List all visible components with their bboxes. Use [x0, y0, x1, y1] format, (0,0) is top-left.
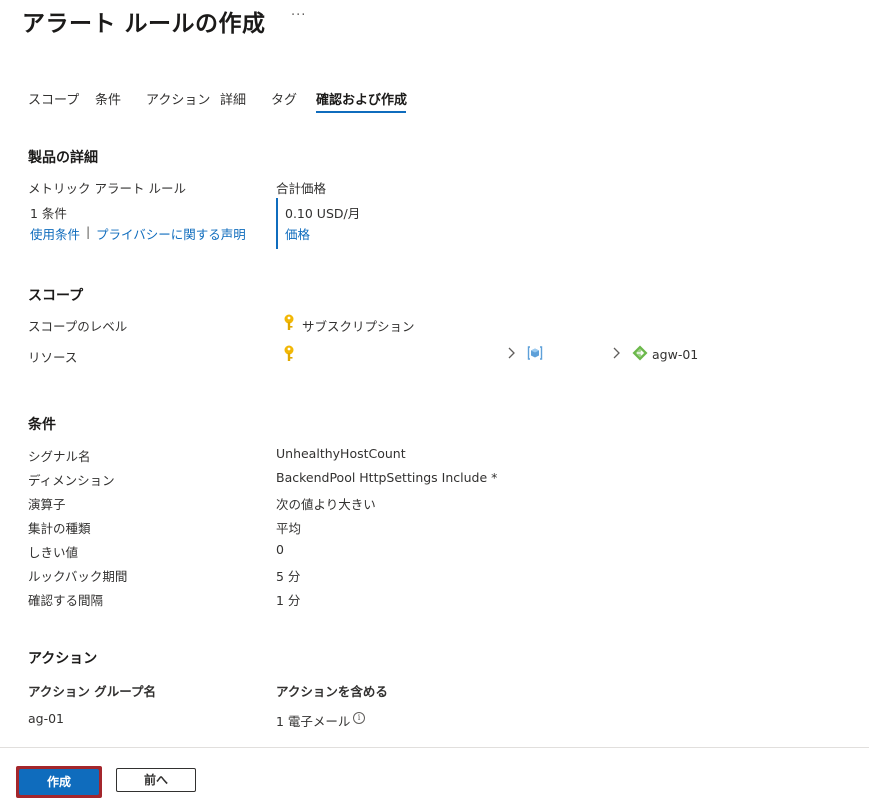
lookback-period-value: 5 分 [276, 569, 301, 584]
condition-heading: 条件 [28, 417, 56, 433]
tab-condition[interactable]: 条件 [95, 89, 121, 108]
dimension-value: BackendPool HttpSettings Include * [276, 470, 498, 485]
tab-review-create[interactable]: 確認および作成 [316, 89, 407, 108]
privacy-statement-link[interactable]: プライバシーに関する声明 [96, 224, 246, 243]
dimension-label: ディメンション [28, 473, 115, 488]
signal-name-label: シグナル名 [28, 449, 91, 464]
scope-level-value: サブスクリプション [302, 319, 415, 334]
active-tab-indicator [316, 111, 406, 113]
signal-name-value: UnhealthyHostCount [276, 446, 406, 461]
aggregation-type-value: 平均 [276, 521, 302, 536]
action-group-name-header: アクション グループ名 [28, 684, 156, 699]
resource-label: リソース [28, 350, 78, 365]
info-icon[interactable]: i [353, 712, 365, 724]
page-title: アラート ルールの作成 [22, 11, 266, 37]
operator-label: 演算子 [28, 497, 66, 512]
scope-level-label: スコープのレベル [28, 319, 128, 334]
subscription-key-icon [284, 345, 294, 361]
aggregation-type-label: 集計の種類 [28, 521, 91, 536]
check-interval-label: 確認する間隔 [28, 593, 104, 608]
lookback-period-label: ルックバック期間 [28, 569, 128, 584]
application-gateway-icon [632, 345, 648, 361]
pricing-link[interactable]: 価格 [285, 224, 310, 243]
chevron-right-icon [508, 347, 515, 359]
chevron-right-icon [613, 347, 620, 359]
price-value: 0.10 USD/月 [285, 206, 361, 221]
terms-of-use-link[interactable]: 使用条件 [30, 224, 80, 243]
include-actions-value: 1 電子メール [276, 714, 351, 729]
footer-divider [0, 747, 869, 748]
action-group-name: ag-01 [28, 711, 65, 726]
condition-count: 1 条件 [30, 206, 67, 221]
threshold-value: 0 [276, 542, 284, 557]
actions-heading: アクション [28, 651, 98, 667]
more-options-button[interactable]: ··· [291, 8, 306, 23]
price-divider [276, 198, 278, 249]
key-icon [284, 314, 294, 330]
operator-value: 次の値より大きい [276, 497, 376, 512]
tab-actions[interactable]: アクション [146, 89, 210, 108]
resource-group-icon [527, 346, 543, 360]
tab-scope[interactable]: スコープ [28, 89, 79, 108]
scope-heading: スコープ [28, 288, 84, 304]
total-price-label: 合計価格 [276, 181, 327, 196]
tab-tags[interactable]: タグ [271, 89, 297, 108]
threshold-label: しきい値 [28, 545, 79, 560]
previous-button[interactable]: 前へ [116, 768, 196, 792]
product-name: メトリック アラート ルール [28, 181, 186, 196]
link-separator: | [86, 224, 91, 239]
tab-details[interactable]: 詳細 [220, 89, 246, 108]
resource-name: agw-01 [652, 347, 699, 362]
check-interval-value: 1 分 [276, 593, 301, 608]
create-button[interactable]: 作成 [19, 769, 99, 795]
include-actions-header: アクションを含める [276, 684, 388, 699]
product-details-heading: 製品の詳細 [28, 150, 98, 166]
